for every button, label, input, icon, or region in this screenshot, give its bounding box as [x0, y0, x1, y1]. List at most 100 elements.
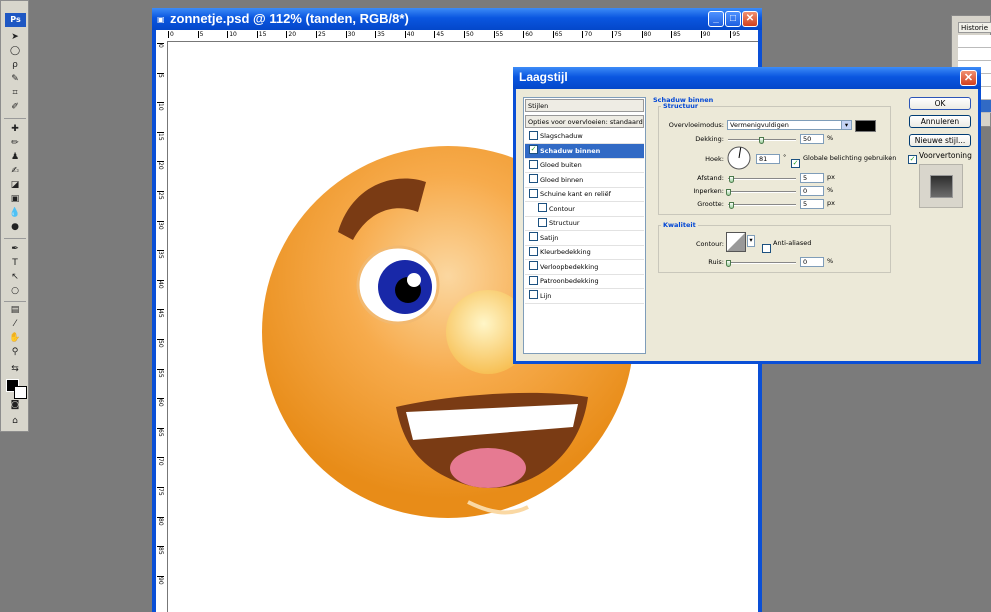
crop-tool-icon[interactable]: ⌗	[7, 87, 23, 100]
path-selection-tool-icon[interactable]: ↖	[7, 271, 23, 284]
ruler-top[interactable]: 0 5 10 15 20 25 30 35 40 45 50 55 60 65 70 75 80 85 90 95	[156, 30, 758, 42]
notes-tool-icon[interactable]: ▤	[7, 304, 23, 317]
ruler-left[interactable]: 0 5 10 15 20 25 30 35 40 45 50 55 60 65 70 75 80 85 90	[156, 41, 168, 612]
opacity-unit: %	[827, 134, 834, 142]
distance-slider[interactable]	[728, 178, 796, 180]
style-item-slagschaduw[interactable]: Slagschaduw	[525, 129, 644, 144]
size-slider[interactable]	[728, 204, 796, 206]
choke-field[interactable]: 0	[800, 186, 824, 196]
document-titlebar[interactable]: ▣ zonnetje.psd @ 112% (tanden, RGB/8*) _…	[152, 8, 762, 30]
gradient-tool-icon[interactable]: ▣	[7, 193, 23, 206]
lasso-tool-icon[interactable]: ρ	[7, 59, 23, 72]
eyedropper-tool-icon[interactable]: ⁄	[7, 318, 23, 331]
structure-title: Structuur	[661, 102, 701, 110]
style-checkbox[interactable]	[529, 188, 538, 198]
style-checkbox[interactable]	[529, 275, 538, 285]
preview-checkbox[interactable]: ✓	[908, 150, 917, 169]
choke-slider[interactable]	[728, 191, 796, 193]
dialog-title: Laagstijl	[519, 70, 568, 84]
cancel-button[interactable]: Annuleren	[909, 115, 971, 128]
ok-button[interactable]: OK	[909, 97, 971, 110]
pen-tool-icon[interactable]: ✒	[7, 243, 23, 256]
opacity-slider-thumb[interactable]	[759, 137, 764, 144]
contour-label: Contour:	[695, 240, 724, 248]
size-field[interactable]: 5	[800, 199, 824, 209]
ruler-left-tick: 10	[157, 102, 164, 111]
dodge-tool-icon[interactable]: ●	[7, 221, 23, 234]
shape-tool-icon[interactable]: ○	[7, 285, 23, 298]
new-style-button[interactable]: Nieuwe stijl...	[909, 134, 971, 147]
styles-header[interactable]: Stijlen	[525, 99, 644, 112]
background-color-swatch[interactable]	[14, 386, 27, 399]
noise-field[interactable]: 0	[800, 257, 824, 267]
eraser-tool-icon[interactable]: ◪	[7, 179, 23, 192]
style-item-schaduw-binnen[interactable]: ✓ Schaduw binnen	[525, 143, 644, 159]
size-slider-thumb[interactable]	[729, 202, 734, 209]
style-item-gloed-binnen[interactable]: Gloed binnen	[525, 173, 644, 188]
style-item-structuur[interactable]: Structuur	[525, 216, 644, 231]
close-button[interactable]: ✕	[742, 11, 758, 27]
shadow-color-swatch[interactable]	[855, 120, 876, 132]
type-tool-icon[interactable]: T	[7, 257, 23, 270]
blend-options-item[interactable]: Opties voor overvloeien: standaard	[525, 115, 644, 128]
style-checkbox[interactable]	[529, 290, 538, 299]
noise-slider[interactable]	[728, 262, 796, 264]
move-tool-icon[interactable]: ➤	[7, 31, 23, 44]
style-checkbox[interactable]	[529, 261, 538, 270]
style-item-gloed-buiten[interactable]: Gloed buiten	[525, 158, 644, 173]
style-item-verloopbedekking[interactable]: Verloopbedekking	[525, 260, 644, 275]
anti-aliased-checkbox[interactable]	[762, 239, 771, 258]
choke-slider-thumb[interactable]	[726, 189, 731, 196]
photoshop-logo[interactable]: Ps	[5, 13, 26, 27]
style-checkbox[interactable]	[529, 232, 538, 241]
angle-field[interactable]: 81	[756, 154, 780, 164]
zoom-tool-icon[interactable]: ⚲	[7, 346, 23, 359]
history-tab[interactable]: Historie ×	[958, 22, 991, 33]
ruler-left-tick: 0	[157, 43, 164, 48]
swap-colors-icon[interactable]: ⇆	[7, 363, 23, 376]
quick-mask-icon[interactable]: ◙	[7, 399, 23, 412]
opacity-field[interactable]: 50	[800, 134, 824, 144]
style-checkbox[interactable]	[538, 217, 547, 227]
style-item-satijn[interactable]: Satijn	[525, 231, 644, 246]
blur-tool-icon[interactable]: 💧	[7, 207, 23, 220]
distance-slider-thumb[interactable]	[729, 176, 734, 183]
history-row[interactable]	[958, 35, 991, 48]
style-checkbox[interactable]	[529, 174, 538, 183]
history-brush-tool-icon[interactable]: ✍	[7, 165, 23, 178]
hand-tool-icon[interactable]: ✋	[7, 332, 23, 345]
blend-mode-select[interactable]: Vermenigvuldigen	[727, 120, 844, 130]
style-checkbox[interactable]	[529, 159, 538, 169]
style-checkbox[interactable]: ✓	[529, 145, 538, 154]
magic-wand-tool-icon[interactable]: ✎	[7, 73, 23, 86]
contour-preview[interactable]	[726, 232, 746, 252]
brush-tool-icon[interactable]: ✏	[7, 137, 23, 150]
maximize-button[interactable]: □	[725, 11, 741, 27]
healing-brush-tool-icon[interactable]: ✚	[7, 123, 23, 136]
dialog-close-button[interactable]: ✕	[960, 70, 977, 86]
style-item-patroonbedekking[interactable]: Patroonbedekking	[525, 274, 644, 289]
style-item-schuine-kant-en-reli-f[interactable]: Schuine kant en reliëf	[525, 187, 644, 202]
minimize-button[interactable]: _	[708, 11, 724, 27]
global-light-checkbox[interactable]: ✓	[791, 154, 800, 173]
style-checkbox[interactable]	[529, 130, 538, 140]
noise-slider-thumb[interactable]	[726, 260, 731, 267]
chevron-down-icon[interactable]: ▾	[841, 120, 852, 130]
ruler-left-tick: 55	[157, 368, 164, 378]
opacity-label: Dekking:	[695, 135, 724, 143]
marquee-tool-icon[interactable]: ◯	[7, 45, 23, 58]
contour-dropdown-icon[interactable]: ▾	[747, 235, 755, 247]
screen-mode-icon[interactable]: ⌂	[7, 415, 23, 428]
style-item-kleurbedekking[interactable]: Kleurbedekking	[525, 245, 644, 260]
style-checkbox[interactable]	[529, 246, 538, 256]
dialog-titlebar[interactable]: Laagstijl ✕	[513, 67, 981, 89]
clone-stamp-tool-icon[interactable]: ♟	[7, 151, 23, 164]
style-item-contour[interactable]: Contour	[525, 202, 644, 217]
distance-field[interactable]: 5	[800, 173, 824, 183]
history-row[interactable]	[958, 48, 991, 61]
angle-dial[interactable]	[727, 146, 751, 170]
slice-tool-icon[interactable]: ✐	[7, 101, 23, 114]
style-checkbox[interactable]	[538, 203, 547, 212]
dialog-body: Stijlen Opties voor overvloeien: standaa…	[516, 89, 978, 361]
style-item-lijn[interactable]: Lijn	[525, 289, 644, 304]
